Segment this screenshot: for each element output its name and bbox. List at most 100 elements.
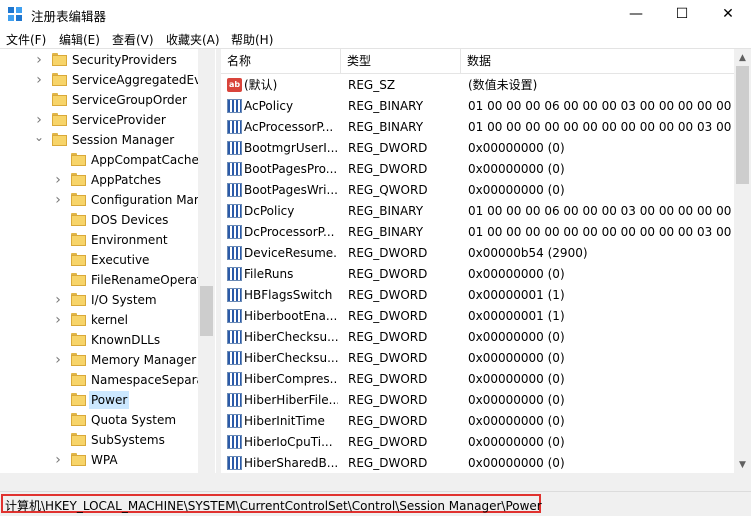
tree-item[interactable]: › SecurityProviders: [0, 50, 200, 70]
tree-item[interactable]: ⌄ Session Manager: [0, 130, 200, 150]
tree-item[interactable]: › AppPatches: [0, 170, 200, 190]
tree-item[interactable]: › I/O System: [0, 290, 200, 310]
tree-item-label: Power: [89, 391, 130, 409]
value-name: HiberHiberFile...: [244, 393, 338, 407]
folder-icon: [52, 113, 67, 126]
chevron-right-icon[interactable]: ›: [52, 352, 64, 368]
chevron-right-icon[interactable]: ›: [52, 172, 64, 188]
tree-item-label: kernel: [91, 313, 128, 327]
folder-icon: [71, 193, 86, 206]
string-value-icon: ab: [227, 78, 242, 92]
value-row[interactable]: HiberChecksu... REG_DWORD 0x00000000 (0): [221, 348, 734, 369]
tree-item-label: SubSystems: [91, 433, 165, 447]
maximize-icon: ☐: [675, 6, 689, 22]
close-button[interactable]: ✕: [705, 0, 751, 28]
value-row[interactable]: BootmgrUserI... REG_DWORD 0x00000000 (0): [221, 138, 734, 159]
value-row[interactable]: HiberCompres... REG_DWORD 0x00000000 (0): [221, 369, 734, 390]
column-type-header[interactable]: 类型: [341, 49, 461, 73]
folder-icon: [71, 293, 86, 306]
menu-bar: 文件(F) 编辑(E) 查看(V) 收藏夹(A) 帮助(H): [0, 28, 751, 49]
binary-value-icon: [227, 225, 242, 239]
horizontal-scroll-area: [0, 473, 751, 491]
value-row[interactable]: AcPolicy REG_BINARY 01 00 00 00 06 00 00 0…: [221, 96, 734, 117]
menu-favorites[interactable]: 收藏夹(A): [166, 31, 220, 48]
tree-item-label: NamespaceSepara: [91, 373, 204, 387]
tree-item[interactable]: Environment: [0, 230, 200, 250]
tree-item-label: ServiceGroupOrder: [72, 93, 187, 107]
value-row[interactable]: HiberSharedB... REG_DWORD 0x00000000 (0): [221, 453, 734, 473]
chevron-down-icon[interactable]: ⌄: [33, 130, 45, 144]
value-row[interactable]: HiberChecksu... REG_DWORD 0x00000000 (0): [221, 327, 734, 348]
value-row[interactable]: HiberInitTime REG_DWORD 0x00000000 (0): [221, 411, 734, 432]
tree-item[interactable]: › WPA: [0, 450, 200, 470]
list-scrollbar-thumb[interactable]: [736, 66, 749, 184]
tree-item[interactable]: › kernel: [0, 310, 200, 330]
tree-item[interactable]: › ServiceAggregatedEv: [0, 70, 201, 90]
value-data: 0x00000000 (0): [468, 330, 565, 344]
tree-item-label: Executive: [91, 253, 150, 267]
scroll-up-icon[interactable]: ▲: [734, 49, 751, 66]
chevron-right-icon[interactable]: ›: [33, 52, 45, 68]
maximize-button[interactable]: ☐: [659, 0, 705, 28]
chevron-right-icon[interactable]: ›: [52, 452, 64, 468]
binary-value-icon: [227, 456, 242, 470]
value-data: 0x00000000 (0): [468, 393, 565, 407]
value-data: 01 00 00 00 06 00 00 00 03 00 00 00 00 0…: [468, 204, 734, 218]
value-type: REG_DWORD: [348, 351, 428, 365]
tree-scrollbar-thumb[interactable]: [200, 286, 213, 336]
menu-edit[interactable]: 编辑(E): [59, 31, 100, 48]
tree-item-label: ServiceProvider: [72, 113, 166, 127]
chevron-right-icon[interactable]: ›: [33, 72, 45, 88]
tree-item[interactable]: ServiceGroupOrder: [0, 90, 200, 110]
value-name: (默认): [244, 78, 278, 92]
folder-icon: [71, 433, 86, 446]
value-row[interactable]: HiberIoCpuTi... REG_DWORD 0x00000000 (0): [221, 432, 734, 453]
tree-item[interactable]: KnownDLLs: [0, 330, 200, 350]
key-tree[interactable]: › SecurityProviders › ServiceAggregatedEv Se…: [0, 49, 217, 473]
tree-item[interactable]: DOS Devices: [0, 210, 200, 230]
chevron-right-icon[interactable]: ›: [52, 192, 64, 208]
binary-value-icon: [227, 351, 242, 365]
value-type: REG_DWORD: [348, 309, 428, 323]
tree-item[interactable]: Executive: [0, 250, 200, 270]
folder-icon: [71, 413, 86, 426]
column-data-header[interactable]: 数据: [461, 49, 734, 73]
menu-view[interactable]: 查看(V): [112, 31, 154, 48]
value-type: REG_DWORD: [348, 288, 428, 302]
folder-icon: [71, 253, 86, 266]
minimize-button[interactable]: —: [613, 0, 659, 28]
tree-item[interactable]: AppCompatCache: [0, 150, 200, 170]
binary-value-icon: [227, 330, 242, 344]
value-type: REG_BINARY: [348, 120, 424, 134]
value-row[interactable]: FileRuns REG_DWORD 0x00000000 (0): [221, 264, 734, 285]
value-row[interactable]: BootPagesWri... REG_QWORD 0x00000000 (0): [221, 180, 734, 201]
chevron-right-icon[interactable]: ›: [52, 312, 64, 328]
value-row[interactable]: HiberbootEna... REG_DWORD 0x00000001 (1): [221, 306, 734, 327]
value-name: HiberSharedB...: [244, 456, 338, 470]
tree-item[interactable]: Quota System: [0, 410, 200, 430]
tree-item[interactable]: SubSystems: [0, 430, 200, 450]
value-row[interactable]: DeviceResume... REG_DWORD 0x00000b54 (2900…: [221, 243, 734, 264]
tree-item[interactable]: › Configuration Mar: [0, 190, 200, 210]
tree-item[interactable]: NamespaceSepara: [0, 370, 204, 390]
chevron-right-icon[interactable]: ›: [33, 112, 45, 128]
value-list[interactable]: 名称 类型 数据 ab (默认) REG_SZ (数值未设置) AcPolicy REG_…: [221, 49, 734, 473]
tree-item[interactable]: FileRenameOperat: [0, 270, 202, 290]
tree-item[interactable]: Power: [0, 390, 200, 410]
chevron-right-icon[interactable]: ›: [52, 292, 64, 308]
value-row[interactable]: HiberHiberFile... REG_DWORD 0x00000000 (0): [221, 390, 734, 411]
menu-file[interactable]: 文件(F): [6, 31, 46, 48]
tree-item[interactable]: › Memory Manager: [0, 350, 200, 370]
value-row[interactable]: BootPagesPro... REG_DWORD 0x00000000 (0): [221, 159, 734, 180]
value-row[interactable]: DcProcessorP... REG_BINARY 01 00 00 00 00 …: [221, 222, 734, 243]
menu-help[interactable]: 帮助(H): [231, 31, 273, 48]
value-row[interactable]: HBFlagsSwitch REG_DWORD 0x00000001 (1): [221, 285, 734, 306]
value-row[interactable]: AcProcessorP... REG_BINARY 01 00 00 00 00 …: [221, 117, 734, 138]
tree-item[interactable]: › ServiceProvider: [0, 110, 200, 130]
value-row[interactable]: ab (默认) REG_SZ (数值未设置): [221, 75, 734, 96]
tree-item-label: Memory Manager: [91, 353, 197, 367]
value-row[interactable]: DcPolicy REG_BINARY 01 00 00 00 06 00 00 0…: [221, 201, 734, 222]
scroll-down-icon[interactable]: ▼: [734, 456, 751, 473]
tree-scrollbar[interactable]: [198, 49, 215, 473]
column-name-header[interactable]: 名称: [221, 49, 341, 73]
